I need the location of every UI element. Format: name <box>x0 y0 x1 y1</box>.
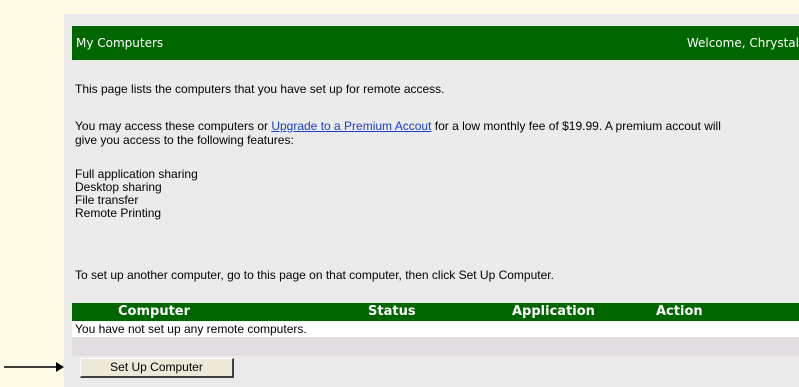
access-text-line2: give you access to the following feature… <box>75 133 294 147</box>
table-empty-row: You have not set up any remote computers… <box>72 321 799 337</box>
upgrade-link[interactable]: Upgrade to a Premium Accout <box>271 119 431 133</box>
access-text: You may access these computers or Upgrad… <box>75 119 721 133</box>
page-title: My Computers <box>76 36 164 50</box>
computers-table-header: Computer Status Application Action <box>72 303 799 321</box>
intro-text: This page lists the computers that you h… <box>75 82 445 96</box>
welcome-message: Welcome, Chrystal <box>686 36 799 50</box>
page-header: My Computers Welcome, Chrystal <box>72 26 799 60</box>
column-header-action: Action <box>656 304 703 319</box>
access-text-end: for a low monthly fee of $19.99. A premi… <box>431 119 721 133</box>
setup-instructions: To set up another computer, go to this p… <box>75 268 554 282</box>
table-spacer-row <box>72 337 799 356</box>
access-text-start: You may access these computers or <box>75 119 272 133</box>
column-header-status: Status <box>368 304 416 319</box>
set-up-computer-button[interactable]: Set Up Computer <box>80 358 234 378</box>
empty-table-message: You have not set up any remote computers… <box>75 322 307 336</box>
left-margin <box>0 14 64 387</box>
column-header-computer: Computer <box>118 304 191 319</box>
feature-item: Remote Printing <box>75 206 162 220</box>
top-strip <box>0 0 799 14</box>
pointer-arrow-icon <box>4 362 64 372</box>
feature-list: Full application sharing Desktop sharing… <box>75 168 198 220</box>
column-header-application: Application <box>512 304 595 319</box>
